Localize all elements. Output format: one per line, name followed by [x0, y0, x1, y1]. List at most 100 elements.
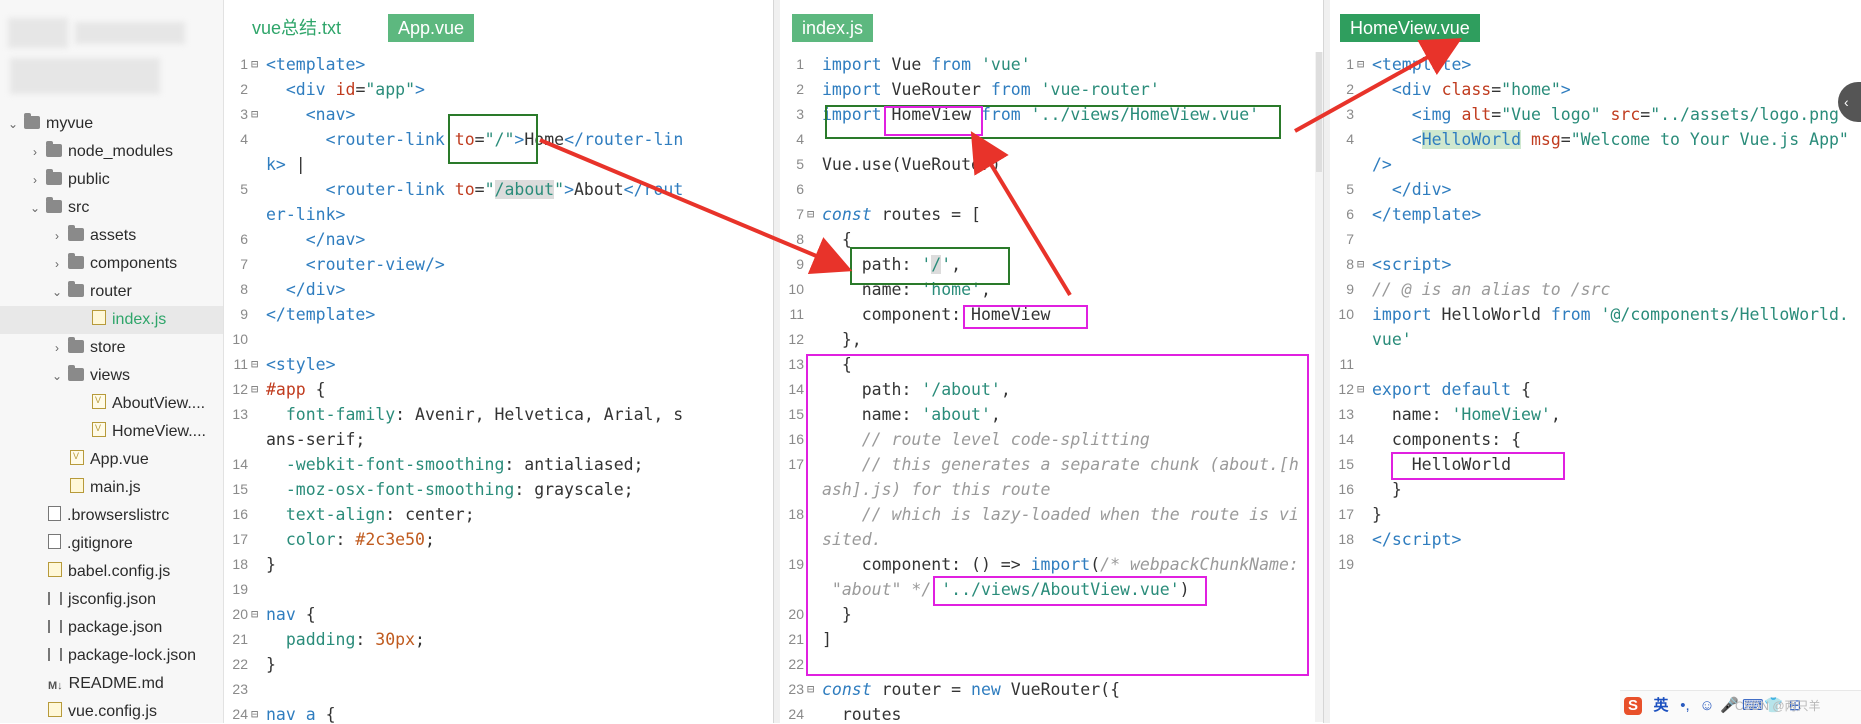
fold-toggle-icon[interactable]: ⊟	[807, 677, 814, 702]
tree-item[interactable]: index.js	[0, 306, 223, 334]
chevron-right-icon[interactable]: ›	[50, 250, 64, 278]
chevron-right-icon[interactable]: ›	[28, 138, 42, 166]
tree-item[interactable]: .browserslistrc	[0, 502, 223, 530]
code-line[interactable]: 18 </script>	[1330, 527, 1861, 552]
fold-toggle-icon[interactable]: ⊟	[1357, 52, 1364, 77]
code-line[interactable]: 3 <img alt="Vue logo" src="../assets/log…	[1330, 102, 1861, 127]
tree-item[interactable]: › node_modules	[0, 138, 223, 166]
code-line-wrap[interactable]: />	[1330, 152, 1861, 177]
code-line[interactable]: 12 ⊟ export default {	[1330, 377, 1861, 402]
code-line[interactable]: 13 {	[780, 352, 1323, 377]
code-line[interactable]: 18 // which is lazy-loaded when the rout…	[780, 502, 1323, 527]
code-line[interactable]: 6 </template>	[1330, 202, 1861, 227]
code-line-wrap[interactable]: ash].js) for this route	[780, 477, 1323, 502]
fold-toggle-icon[interactable]: ⊟	[251, 377, 258, 402]
code-line[interactable]: 21 padding: 30px;	[224, 627, 773, 652]
chevron-down-icon[interactable]: ⌄	[28, 194, 42, 222]
code-line[interactable]: 5 Vue.use(VueRouter)	[780, 152, 1323, 177]
tree-item[interactable]: M↓ README.md	[0, 670, 223, 698]
code-line[interactable]: 24 ⊟ nav a {	[224, 702, 773, 723]
code-line[interactable]: 8 </div>	[224, 277, 773, 302]
code-line[interactable]: 13 font-family: Avenir, Helvetica, Arial…	[224, 402, 773, 427]
ime-language-toggle[interactable]: 英	[1652, 697, 1670, 715]
tree-item[interactable]: babel.config.js	[0, 558, 223, 586]
vertical-scrollbar[interactable]	[1315, 52, 1323, 722]
code-line[interactable]: 17}	[1330, 502, 1861, 527]
code-line[interactable]: 8 {	[780, 227, 1323, 252]
chevron-right-icon[interactable]: ›	[28, 166, 42, 194]
code-line-wrap[interactable]: vue'	[1330, 327, 1861, 352]
code-line[interactable]: 7 <router-view/>	[224, 252, 773, 277]
tree-item[interactable]: › store	[0, 334, 223, 362]
code-line[interactable]: 19	[224, 577, 773, 602]
code-line[interactable]: 15 HelloWorld	[1330, 452, 1861, 477]
tree-item[interactable]: › components	[0, 250, 223, 278]
fold-toggle-icon[interactable]: ⊟	[1357, 377, 1364, 402]
code-line[interactable]: 23	[224, 677, 773, 702]
tree-item[interactable]: ⌄ router	[0, 278, 223, 306]
code-line[interactable]: 11	[1330, 352, 1861, 377]
chevron-right-icon[interactable]: ›	[50, 334, 64, 362]
code-line[interactable]: 1 ⊟ <template>	[1330, 52, 1861, 77]
fold-toggle-icon[interactable]: ⊟	[251, 352, 258, 377]
code-line-wrap[interactable]: sited.	[780, 527, 1323, 552]
tree-item[interactable]: package-lock.json	[0, 642, 223, 670]
tab-vue-summary-txt[interactable]: vue总结.txt	[242, 14, 351, 42]
code-line[interactable]: 20 }	[780, 602, 1323, 627]
tree-item[interactable]: HomeView....	[0, 414, 223, 446]
code-line[interactable]: 15 name: 'about',	[780, 402, 1323, 427]
code-line[interactable]: 3 ⊟ <nav>	[224, 102, 773, 127]
tree-item[interactable]: main.js	[0, 474, 223, 502]
code-line[interactable]: 7	[1330, 227, 1861, 252]
code-line[interactable]: 14 components: {	[1330, 427, 1861, 452]
code-line[interactable]: 19	[1330, 552, 1861, 577]
code-line[interactable]: 16 // route level code-splitting	[780, 427, 1323, 452]
code-line[interactable]: 23 ⊟ const router = new VueRouter({	[780, 677, 1323, 702]
code-line[interactable]: 10 import HelloWorld from '@/components/H…	[1330, 302, 1861, 327]
code-line[interactable]: 19 component: () => import(/* webpackChu…	[780, 552, 1323, 577]
code-line[interactable]: 22	[780, 652, 1323, 677]
code-line[interactable]: 21]	[780, 627, 1323, 652]
code-line[interactable]: 16 text-align: center;	[224, 502, 773, 527]
code-line[interactable]: 11 component: HomeView	[780, 302, 1323, 327]
code-line[interactable]: 12 ⊟ #app {	[224, 377, 773, 402]
code-line[interactable]: 4 <HelloWorld msg="Welcome to Your Vue.j…	[1330, 127, 1861, 152]
chevron-down-icon[interactable]: ⌄	[50, 278, 64, 306]
fold-toggle-icon[interactable]: ⊟	[807, 202, 814, 227]
code-line[interactable]: 20 ⊟ nav {	[224, 602, 773, 627]
tree-item[interactable]: AboutView....	[0, 386, 223, 418]
code-line[interactable]: 9 // @ is an alias to /src	[1330, 277, 1861, 302]
code-line[interactable]: 4 <router-link to="/">Home</router-lin	[224, 127, 773, 152]
tab-app-vue[interactable]: App.vue	[388, 14, 475, 42]
tree-item[interactable]: ⌄ views	[0, 362, 223, 390]
code-line-wrap[interactable]: er-link>	[224, 202, 773, 227]
code-line[interactable]: 1 ⊟ <template>	[224, 52, 773, 77]
tree-item[interactable]: › assets	[0, 222, 223, 250]
tree-item[interactable]: .gitignore	[0, 530, 223, 558]
code-line[interactable]: 16 }	[1330, 477, 1861, 502]
code-line[interactable]: 5 </div>	[1330, 177, 1861, 202]
scrollbar-thumb[interactable]	[1316, 52, 1322, 172]
code-line-wrap[interactable]: k> |	[224, 152, 773, 177]
code-area[interactable]: 1 ⊟ <template> 2 <div class="home"> 3 <img a…	[1330, 52, 1861, 577]
code-line-wrap[interactable]: "about" */ '../views/AboutView.vue')	[780, 577, 1323, 602]
code-line[interactable]: 4	[780, 127, 1323, 152]
code-line[interactable]: 9 </template>	[224, 302, 773, 327]
code-line[interactable]: 11 ⊟ <style>	[224, 352, 773, 377]
code-line[interactable]: 22}	[224, 652, 773, 677]
code-line[interactable]: 2 import VueRouter from 'vue-router'	[780, 77, 1323, 102]
chevron-down-icon[interactable]: ⌄	[50, 362, 64, 390]
code-line[interactable]: 18}	[224, 552, 773, 577]
code-line[interactable]: 6	[780, 177, 1323, 202]
ime-logo-icon[interactable]: S	[1624, 697, 1642, 715]
code-line[interactable]: 3 import HomeView from '../views/HomeView…	[780, 102, 1323, 127]
fold-toggle-icon[interactable]: ⊟	[251, 102, 258, 127]
code-line[interactable]: 2 <div id="app">	[224, 77, 773, 102]
code-line[interactable]: 5 <router-link to="/about">About</rout	[224, 177, 773, 202]
code-line[interactable]: 14 path: '/about',	[780, 377, 1323, 402]
code-line[interactable]: 2 <div class="home">	[1330, 77, 1861, 102]
code-line[interactable]: 24 routes	[780, 702, 1323, 723]
fold-toggle-icon[interactable]: ⊟	[251, 602, 258, 627]
code-line[interactable]: 7 ⊟ const routes = [	[780, 202, 1323, 227]
ime-emoji-icon[interactable]: ☺	[1698, 697, 1716, 715]
